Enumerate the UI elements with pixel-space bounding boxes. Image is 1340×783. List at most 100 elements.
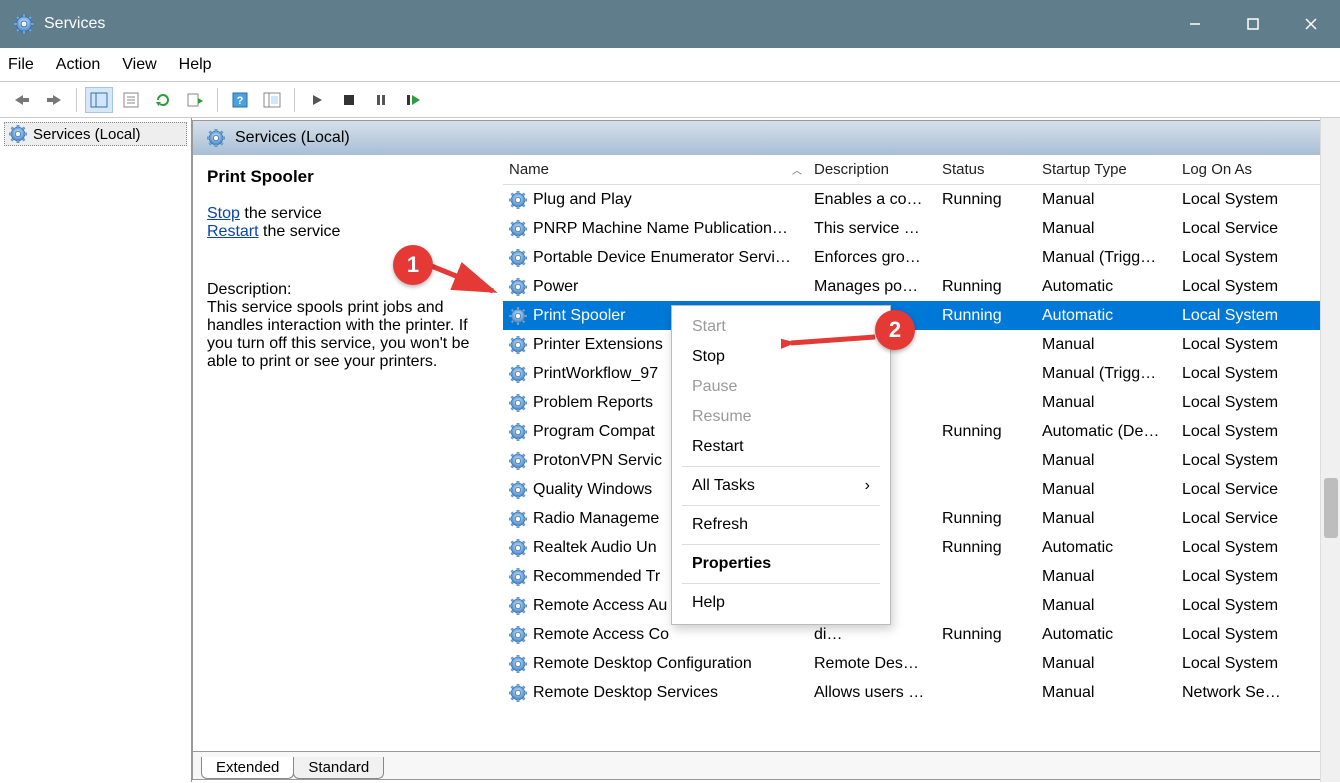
forward-button[interactable] — [40, 87, 68, 113]
service-startup: Manual (Trigg… — [1036, 249, 1176, 267]
service-row[interactable]: PNRP Machine Name Publication…This servi… — [503, 214, 1337, 243]
gear-icon — [509, 510, 527, 528]
toolbar: ? — [0, 82, 1340, 118]
service-row[interactable]: ProtonVPN Servic ManualLocal System — [503, 446, 1337, 475]
service-row[interactable]: Remote Access Codi…RunningAutomaticLocal… — [503, 620, 1337, 649]
service-logon: Local System — [1176, 423, 1296, 441]
gear-icon — [509, 336, 527, 354]
help-toolbar-button[interactable]: ? — [226, 87, 254, 113]
col-log-on-as[interactable]: Log On As — [1176, 161, 1296, 178]
annotation-badge-1: 1 — [393, 245, 433, 285]
service-startup: Manual — [1036, 684, 1176, 702]
service-row[interactable]: Remote Desktop ConfigurationRemote Des…M… — [503, 649, 1337, 678]
maximize-button[interactable] — [1224, 0, 1282, 48]
gear-icon — [509, 481, 527, 499]
tree-pane: Services (Local) — [0, 118, 192, 782]
show-hide-console-button[interactable] — [85, 87, 113, 113]
tree-item-label: Services (Local) — [33, 126, 141, 143]
menu-action[interactable]: Action — [56, 56, 100, 74]
service-name: Printer Extensions — [533, 336, 663, 354]
context-all-tasks[interactable]: All Tasks› — [672, 471, 890, 501]
minimize-button[interactable] — [1166, 0, 1224, 48]
service-startup: Manual — [1036, 394, 1176, 412]
properties-toolbar-button[interactable] — [117, 87, 145, 113]
service-startup: Manual — [1036, 452, 1176, 470]
service-description: Allows users … — [808, 684, 936, 702]
service-row[interactable]: PowerManages po…RunningAutomaticLocal Sy… — [503, 272, 1337, 301]
service-startup: Automatic — [1036, 278, 1176, 296]
service-status: Running — [936, 278, 1036, 296]
start-service-button[interactable] — [303, 87, 331, 113]
menu-file[interactable]: File — [8, 56, 34, 74]
restart-service-link[interactable]: Restart — [207, 223, 259, 240]
service-row[interactable]: Radio Managemeu…RunningManualLocal Servi… — [503, 504, 1337, 533]
annotation-arrow-1 — [425, 257, 505, 297]
service-description: Enables a co… — [808, 191, 936, 209]
app-icon — [14, 14, 34, 34]
service-startup: Manual — [1036, 481, 1176, 499]
service-row[interactable]: Quality Windowsi…ManualLocal Service — [503, 475, 1337, 504]
service-row[interactable]: Portable Device Enumerator Servi…Enforce… — [503, 243, 1337, 272]
service-logon: Local System — [1176, 597, 1296, 615]
col-status[interactable]: Status — [936, 161, 1036, 178]
service-startup: Automatic — [1036, 626, 1176, 644]
restart-service-button[interactable] — [399, 87, 427, 113]
service-logon: Local Service — [1176, 510, 1296, 528]
service-startup: Manual — [1036, 191, 1176, 209]
service-startup: Manual — [1036, 336, 1176, 354]
menu-help[interactable]: Help — [179, 56, 212, 74]
export-list-button[interactable] — [181, 87, 209, 113]
service-row[interactable]: Recommended Trut…ManualLocal System — [503, 562, 1337, 591]
service-row[interactable]: Print Spooler…RunningAutomaticLocal Syst… — [503, 301, 1337, 330]
service-row[interactable]: Printer Extensionse …ManualLocal System — [503, 330, 1337, 359]
service-description-panel: Print Spooler Stop the service Restart t… — [193, 155, 503, 751]
service-name: Quality Windows — [533, 481, 652, 499]
tab-extended[interactable]: Extended — [201, 757, 294, 779]
pause-service-button[interactable] — [367, 87, 395, 113]
service-name: Remote Desktop Configuration — [533, 655, 752, 673]
detail-header-title: Services (Local) — [235, 129, 350, 147]
tree-item-services-local[interactable]: Services (Local) — [4, 122, 187, 146]
service-logon: Local System — [1176, 365, 1296, 383]
stop-tail: the service — [240, 205, 322, 222]
service-row[interactable]: Realtek Audio Undi…RunningAutomaticLocal… — [503, 533, 1337, 562]
services-table: Name ︿ Description Status Startup Type L… — [503, 155, 1337, 751]
context-properties[interactable]: Properties — [672, 549, 890, 579]
tab-standard[interactable]: Standard — [293, 757, 384, 779]
toolbar-extra-button[interactable] — [258, 87, 286, 113]
refresh-toolbar-button[interactable] — [149, 87, 177, 113]
service-logon: Local System — [1176, 452, 1296, 470]
gear-icon — [509, 394, 527, 412]
service-row[interactable]: Plug and PlayEnables a co…RunningManualL… — [503, 185, 1337, 214]
service-startup: Automatic — [1036, 539, 1176, 557]
context-restart[interactable]: Restart — [672, 432, 890, 462]
svg-text:?: ? — [237, 95, 244, 107]
service-name: ProtonVPN Servic — [533, 452, 662, 470]
col-description[interactable]: Description — [808, 161, 936, 178]
col-startup-type[interactable]: Startup Type — [1036, 161, 1176, 178]
service-startup: Manual (Trigg… — [1036, 365, 1176, 383]
service-row[interactable]: Remote Desktop ServicesAllows users …Man… — [503, 678, 1337, 707]
stop-service-link[interactable]: Stop — [207, 205, 240, 222]
stop-service-button[interactable] — [335, 87, 363, 113]
back-button[interactable] — [8, 87, 36, 113]
menu-view[interactable]: View — [122, 56, 156, 74]
service-name: Plug and Play — [533, 191, 632, 209]
annotation-badge-2: 2 — [875, 310, 915, 350]
gear-icon — [509, 249, 527, 267]
service-row[interactable]: Program Compate …RunningAutomatic (De…Lo… — [503, 417, 1337, 446]
gear-icon — [509, 539, 527, 557]
gear-icon — [509, 684, 527, 702]
service-row[interactable]: Problem Reportse …ManualLocal System — [503, 388, 1337, 417]
close-button[interactable] — [1282, 0, 1340, 48]
service-row[interactable]: PrintWorkflow_97Manual (Trigg…Local Syst… — [503, 359, 1337, 388]
context-resume: Resume — [672, 402, 890, 432]
service-name: Problem Reports — [533, 394, 653, 412]
service-row[interactable]: Remote Access Auco…ManualLocal System — [503, 591, 1337, 620]
context-refresh[interactable]: Refresh — [672, 510, 890, 540]
gear-icon — [509, 307, 527, 325]
vertical-scrollbar[interactable] — [1320, 118, 1340, 782]
col-name[interactable]: Name ︿ — [503, 161, 808, 178]
context-help[interactable]: Help — [672, 588, 890, 618]
scrollbar-thumb[interactable] — [1324, 478, 1338, 538]
